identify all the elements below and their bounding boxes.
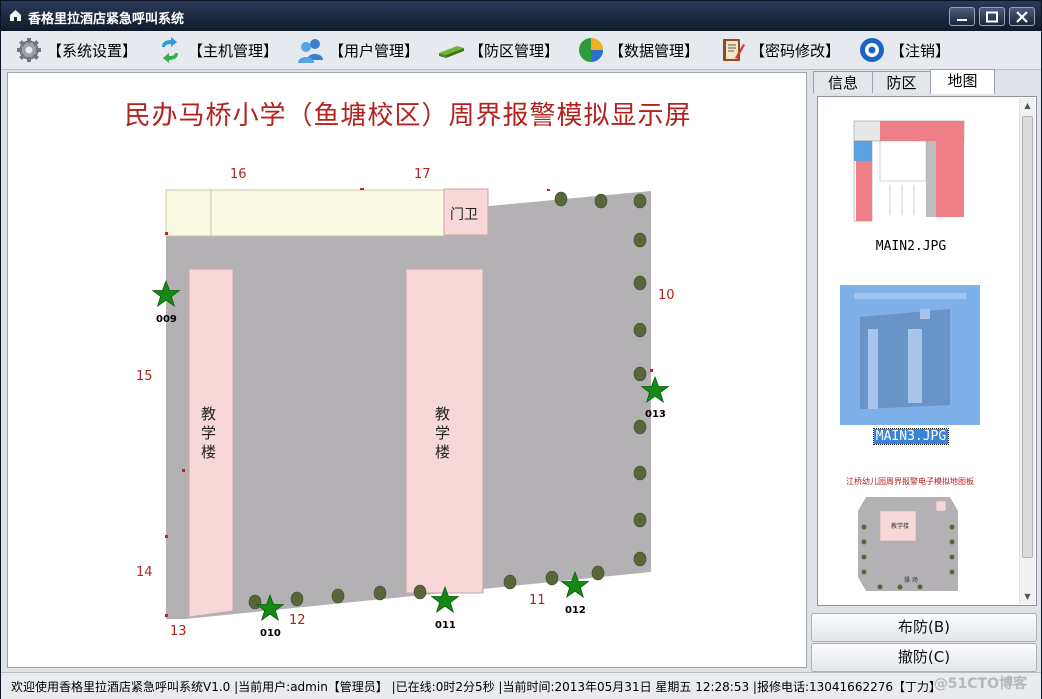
watermark: @51CTO博客	[933, 676, 1027, 692]
menu-label: 【防区管理】	[469, 41, 560, 60]
menu-logout[interactable]: 【注销】	[858, 36, 950, 64]
gear-icon	[17, 38, 41, 62]
map-list-scrollbar[interactable]: ▲ ▼	[1019, 98, 1035, 604]
map-filename: MAIN2.JPG	[818, 239, 1004, 254]
alarm-point-label: 012	[565, 605, 586, 616]
status-bar: 欢迎使用香格里拉酒店紧急呼叫系统V1.0 |当前用户:admin【管理员】 |已…	[1, 672, 1041, 699]
right-panel: 信息 防区 地图 MAIN2.JPG MAIN3.JPG 江桥幼儿园周界报警电子…	[811, 69, 1039, 672]
menu-data-management[interactable]: 【数据管理】	[577, 36, 699, 64]
tab-zones[interactable]: 防区	[872, 71, 931, 93]
users-icon	[298, 39, 323, 63]
map-filename-text: MAIN3.JPG	[872, 428, 950, 445]
building-label-right: 教学楼	[435, 405, 451, 461]
map-thumbnail-main2[interactable]	[840, 105, 980, 229]
arm-button[interactable]: 布防(B)	[811, 613, 1037, 642]
app-window: 香格里拉酒店紧急呼叫系统 【系统设置】 【主机管理】 【用户管理】 【防区管理】…	[0, 0, 1042, 699]
alarm-point-label: 010	[260, 628, 281, 639]
status-text: 欢迎使用香格里拉酒店紧急呼叫系统V1.0 |当前用户:admin【管理员】 |已…	[11, 680, 941, 694]
map-list[interactable]: MAIN2.JPG MAIN3.JPG 江桥幼儿园周界报警电子模拟地图板 教学楼…	[817, 96, 1037, 606]
maximize-button[interactable]	[979, 7, 1005, 26]
menu-label: 【数据管理】	[609, 41, 700, 60]
sync-arrows-icon	[162, 37, 178, 63]
menu-host-management[interactable]: 【主机管理】	[156, 36, 278, 64]
zone-number: 11	[529, 593, 546, 608]
tab-map[interactable]: 地图	[930, 69, 995, 94]
alarm-point-label: 009	[156, 314, 177, 325]
zone-number: 12	[289, 613, 306, 628]
map-thumbnail-kindergarten[interactable]: 江桥幼儿园周界报警电子模拟地图板 教学楼 操 场	[840, 473, 980, 601]
kindergarten-map-thumbnail	[858, 497, 958, 591]
zone-number: 16	[230, 167, 247, 182]
menu-change-password[interactable]: 【密码修改】	[718, 36, 840, 64]
tab-info[interactable]: 信息	[813, 71, 873, 93]
map-caption: 江桥幼儿园周界报警电子模拟地图板	[846, 477, 974, 486]
north-strip	[165, 189, 447, 237]
building-label-left: 教学楼	[201, 405, 217, 461]
map-playground-label: 操 场	[904, 577, 918, 584]
close-icon	[1016, 11, 1028, 23]
menu-label: 【系统设置】	[47, 41, 138, 60]
menu-system-settings[interactable]: 【系统设置】	[15, 36, 137, 64]
close-button[interactable]	[1009, 7, 1035, 26]
map-thumbnail-main3[interactable]	[840, 285, 980, 425]
floor-plan-thumbnail	[840, 105, 980, 229]
title-bar: 香格里拉酒店紧急呼叫系统	[1, 1, 1041, 31]
zone-number: 10	[658, 288, 675, 303]
menu-user-management[interactable]: 【用户管理】	[297, 36, 419, 64]
menu-bar: 【系统设置】 【主机管理】 【用户管理】 【防区管理】 【数据管理】 【密码修改…	[1, 31, 1041, 70]
zone-number: 15	[136, 369, 153, 384]
scroll-down-icon[interactable]: ▼	[1020, 589, 1035, 604]
menu-label: 【主机管理】	[188, 41, 279, 60]
map-filename-selected: MAIN3.JPG	[818, 428, 1004, 445]
map-canvas: 民办马桥小学（鱼塘校区）周界报警模拟显示屏 门卫 教学楼 教学楼 10 11 1…	[7, 72, 807, 668]
power-disc-icon	[860, 38, 884, 62]
gate-label: 门卫	[450, 207, 478, 223]
site-plan	[151, 188, 670, 621]
tab-strip: 信息 防区 地图	[811, 69, 1039, 94]
zone-icon	[439, 46, 464, 58]
zone-number: 14	[136, 565, 153, 580]
selected-map-thumbnail	[840, 285, 980, 425]
window-title: 香格里拉酒店紧急呼叫系统	[28, 12, 185, 27]
minimize-button[interactable]	[949, 7, 975, 26]
menu-zone-management[interactable]: 【防区管理】	[437, 36, 559, 64]
scroll-up-icon[interactable]: ▲	[1020, 98, 1035, 113]
zone-number: 17	[414, 167, 431, 182]
menu-label: 【用户管理】	[329, 41, 420, 60]
zone-number: 13	[170, 624, 187, 639]
disarm-button[interactable]: 撤防(C)	[811, 643, 1037, 672]
menu-label: 【密码修改】	[750, 41, 841, 60]
map-filename-text: MAIN2.JPG	[875, 239, 947, 254]
pie-chart-icon	[579, 38, 603, 62]
map-building-label: 教学楼	[891, 523, 910, 530]
minimize-icon	[957, 19, 967, 21]
alarm-point-label: 013	[645, 409, 666, 420]
home-icon	[10, 10, 21, 21]
notebook-pen-icon	[723, 39, 745, 61]
maximize-icon	[986, 11, 998, 23]
alarm-point-label: 011	[435, 620, 456, 631]
scroll-thumb[interactable]	[1022, 116, 1033, 558]
menu-label: 【注销】	[890, 41, 951, 60]
